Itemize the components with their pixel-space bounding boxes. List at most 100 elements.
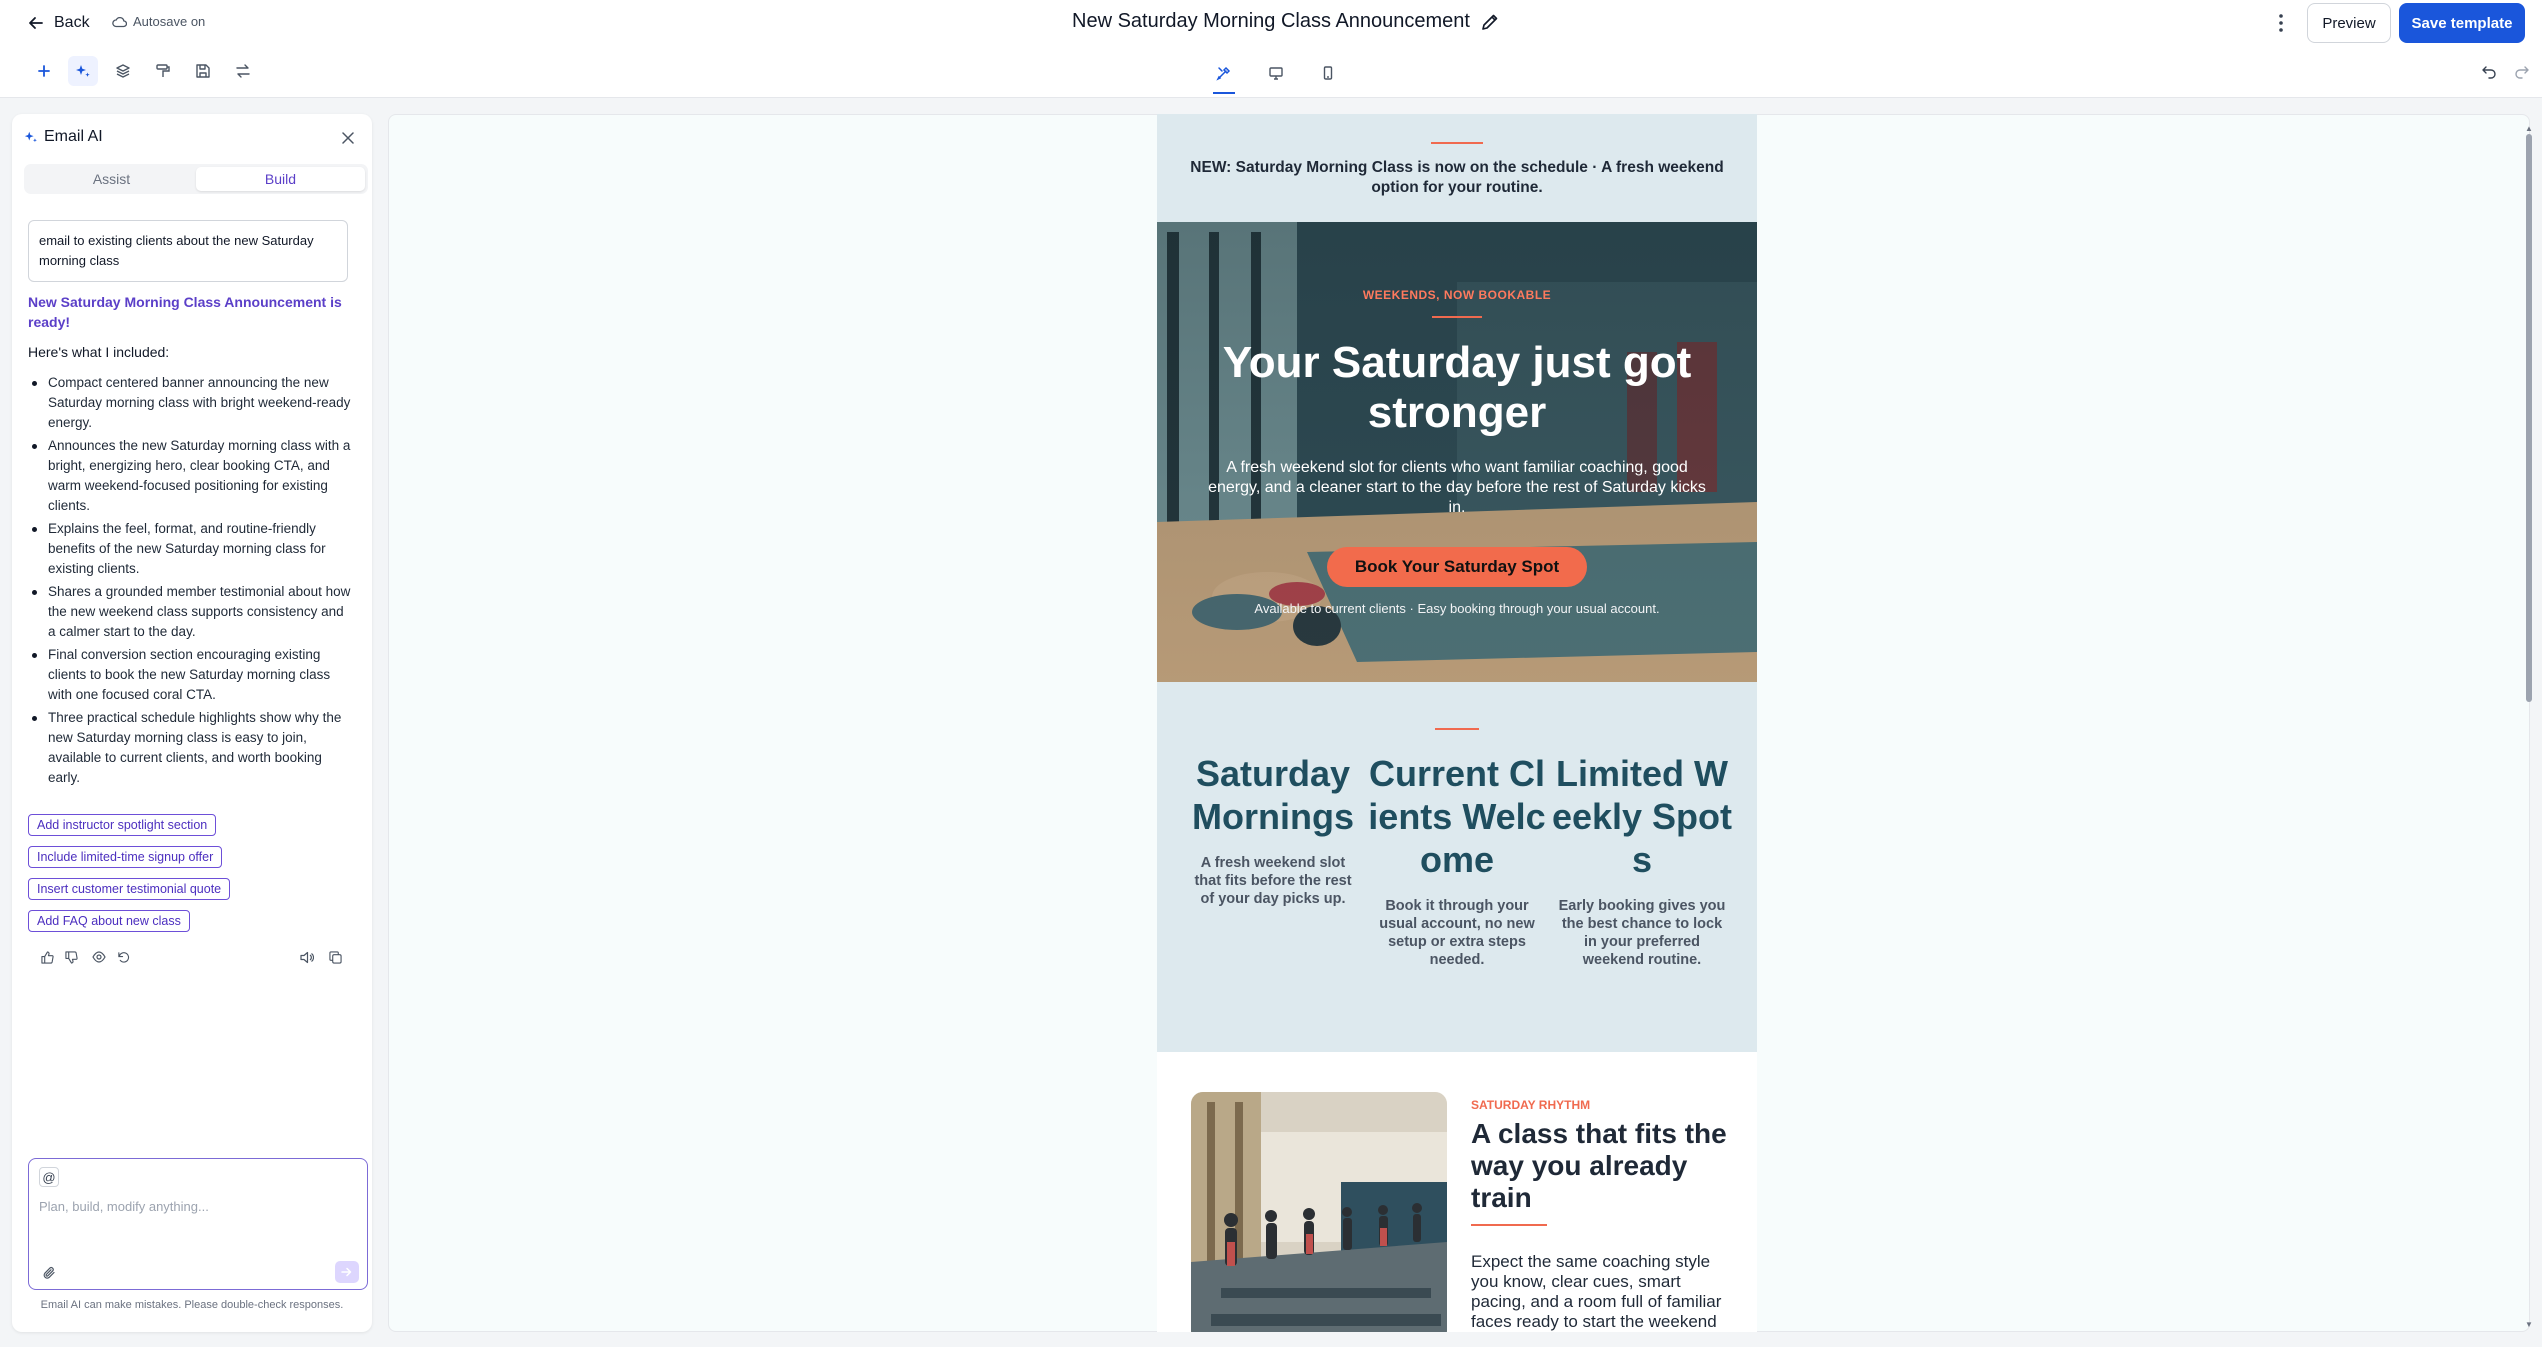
coral-divider [1431, 142, 1483, 144]
ai-ready-message: New Saturday Morning Class Announcement … [28, 294, 342, 330]
class-photo[interactable] [1191, 1092, 1447, 1332]
more-options-button[interactable] [2270, 10, 2292, 36]
copy-icon [328, 950, 342, 964]
mention-button[interactable]: @ [39, 1167, 59, 1187]
feature-eyebrow[interactable]: SATURDAY RHYTHM [1471, 1098, 1590, 1112]
highlight-title: Saturday Mornings [1192, 753, 1354, 837]
list-item: Explains the feel, format, and routine-f… [28, 519, 352, 579]
suggestion-instructor-spotlight[interactable]: Add instructor spotlight section [28, 814, 217, 836]
desktop-icon [1269, 67, 1283, 80]
arrow-left-icon [29, 17, 43, 29]
email-preview[interactable]: NEW: Saturday Morning Class is now on th… [1157, 114, 1757, 1332]
close-panel-button[interactable] [338, 128, 358, 148]
preview-button[interactable]: Preview [2307, 3, 2391, 43]
swap-button[interactable] [228, 56, 258, 86]
view-button[interactable] [88, 946, 110, 968]
editor-toolbar [0, 46, 2542, 98]
rotate-ccw-icon [117, 951, 129, 963]
hero-title[interactable]: Your Saturday just got stronger [1197, 338, 1717, 438]
more-vertical-icon [2279, 14, 2283, 32]
thumbs-down-button[interactable] [60, 946, 82, 968]
scroll-thumb[interactable] [2526, 134, 2532, 702]
redo-icon [2515, 66, 2529, 79]
undo-icon [2482, 66, 2496, 79]
fitness-class-image [1191, 1092, 1447, 1332]
highlight-column[interactable]: Limited Weekly Spots Early booking gives… [1550, 752, 1734, 969]
ai-panel-header: Email AI [24, 128, 103, 146]
class-feature-section[interactable]: SATURDAY RHYTHM A class that fits the wa… [1157, 1052, 1757, 1332]
ai-mode-tabs: Assist Build [24, 164, 368, 194]
sparkle-icon [76, 65, 90, 77]
mobile-icon [1323, 66, 1333, 80]
design-icon [1216, 66, 1231, 81]
pencil-icon[interactable] [1480, 12, 1500, 32]
paint-roller-icon [156, 64, 170, 77]
feature-body[interactable]: Expect the same coaching style you know,… [1471, 1252, 1739, 1332]
document-title-text: New Saturday Morning Class Announcement [1072, 10, 1470, 32]
list-item: Shares a grounded member testimonial abo… [28, 582, 352, 642]
feature-title[interactable]: A class that fits the way you already tr… [1471, 1118, 1741, 1214]
highlight-body: Early booking gives you the best chance … [1558, 898, 1726, 968]
announcement-banner[interactable]: NEW: Saturday Morning Class is now on th… [1157, 114, 1757, 222]
thumbs-up-button[interactable] [36, 946, 58, 968]
suggestion-chips: Add instructor spotlight section Include… [28, 814, 231, 932]
banner-text[interactable]: NEW: Saturday Morning Class is now on th… [1187, 158, 1727, 198]
view-mobile-tab[interactable] [1313, 58, 1343, 88]
list-item: Announces the new Saturday morning class… [28, 436, 352, 516]
paperclip-icon [43, 1267, 55, 1279]
schedule-highlights-section[interactable]: Saturday Mornings A fresh weekend slot t… [1157, 682, 1757, 1052]
styles-button[interactable] [148, 56, 178, 86]
coral-divider [1471, 1224, 1547, 1226]
volume-icon [300, 951, 314, 963]
hero-eyebrow[interactable]: WEEKENDS, NOW BOOKABLE [1157, 288, 1757, 302]
view-desktop-tab[interactable] [1261, 58, 1291, 88]
highlight-column[interactable]: Current Clients Welcome Book it through … [1365, 752, 1549, 969]
scroll-up-arrow[interactable]: ▲ [2525, 125, 2533, 133]
thumbs-down-icon [64, 950, 78, 964]
response-feedback-bar [28, 946, 358, 968]
regenerate-button[interactable] [112, 946, 134, 968]
ai-intro-text: Here's what I included: [28, 344, 170, 360]
cloud-icon [112, 16, 127, 27]
ai-disclaimer: Email AI can make mistakes. Please doubl… [40, 1299, 344, 1311]
undo-button[interactable] [2474, 56, 2504, 86]
ai-assistant-button[interactable] [68, 56, 98, 86]
highlight-column[interactable]: Saturday Mornings A fresh weekend slot t… [1181, 752, 1365, 908]
autosave-label: Autosave on [133, 14, 206, 29]
tab-assist[interactable]: Assist [27, 167, 196, 191]
redo-button[interactable] [2507, 56, 2537, 86]
eye-icon [92, 951, 106, 963]
view-design-tab[interactable] [1209, 58, 1239, 94]
coral-divider [1435, 728, 1479, 730]
swap-icon [236, 64, 250, 78]
suggestion-testimonial-quote[interactable]: Insert customer testimonial quote [28, 878, 231, 900]
ai-panel-title: Email AI [44, 128, 103, 145]
document-title[interactable]: New Saturday Morning Class Announcement [1072, 10, 1500, 33]
suggestion-signup-offer[interactable]: Include limited-time signup offer [28, 846, 223, 868]
layers-button[interactable] [108, 56, 138, 86]
tab-build[interactable]: Build [196, 167, 365, 191]
add-block-button[interactable] [29, 56, 59, 86]
hero-note[interactable]: Available to current clients · Easy book… [1157, 601, 1757, 616]
list-item: Compact centered banner announcing the n… [28, 373, 352, 433]
copy-button[interactable] [324, 946, 346, 968]
close-icon [342, 132, 354, 144]
layers-icon [116, 64, 130, 78]
send-button[interactable] [335, 1261, 359, 1283]
canvas-scrollbar[interactable]: ▲ ▼ [2525, 125, 2533, 1329]
list-item: Final conversion section encouraging exi… [28, 645, 352, 705]
read-aloud-button[interactable] [296, 946, 318, 968]
hero-section[interactable]: WEEKENDS, NOW BOOKABLE Your Saturday jus… [1157, 222, 1757, 682]
scroll-down-arrow[interactable]: ▼ [2525, 1321, 2533, 1329]
coral-divider [1432, 316, 1482, 318]
save-template-button[interactable]: Save template [2399, 3, 2525, 43]
suggestion-faq[interactable]: Add FAQ about new class [28, 910, 190, 932]
highlight-title: Limited Weekly Spots [1551, 753, 1733, 880]
email-ai-panel: Email AI Assist Build email to existing … [12, 114, 372, 1332]
hero-body[interactable]: A fresh weekend slot for clients who wan… [1207, 458, 1707, 518]
attach-button[interactable] [39, 1263, 59, 1283]
prompt-input[interactable] [39, 1199, 349, 1214]
book-saturday-spot-button[interactable]: Book Your Saturday Spot [1327, 547, 1587, 587]
back-button[interactable]: Back [28, 13, 90, 33]
save-block-button[interactable] [188, 56, 218, 86]
